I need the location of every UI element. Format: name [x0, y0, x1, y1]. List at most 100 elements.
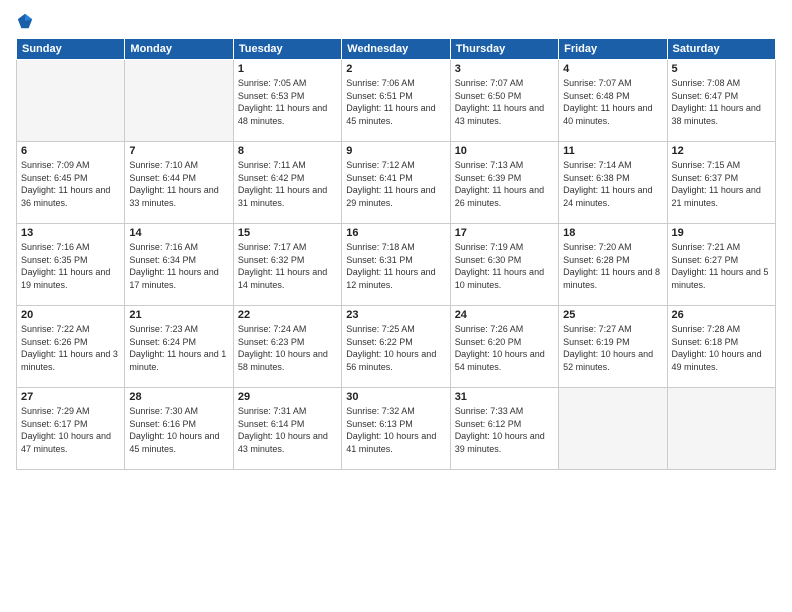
day-detail: Sunrise: 7:30 AM Sunset: 6:16 PM Dayligh…: [129, 405, 228, 455]
day-number: 10: [455, 145, 554, 157]
calendar-day-cell: 20Sunrise: 7:22 AM Sunset: 6:26 PM Dayli…: [17, 306, 125, 388]
day-number: 4: [563, 63, 662, 75]
calendar-day-cell: 23 Sunrise: 7:25 AM Sunset: 6:22 PM Dayli…: [342, 306, 450, 388]
day-number: 26: [672, 309, 771, 321]
calendar-week-row: 27Sunrise: 7:29 AM Sunset: 6:17 PM Dayli…: [17, 388, 776, 470]
day-detail: Sunrise: 7:27 AM Sunset: 6:19 PM Dayligh…: [563, 323, 662, 373]
day-number: 21: [129, 309, 228, 321]
day-detail: Sunrise: 7:18 AM Sunset: 6:31 PM Dayligh…: [346, 241, 445, 291]
day-number: 9: [346, 145, 445, 157]
day-detail: Sunrise: 7:31 AM Sunset: 6:14 PM Dayligh…: [238, 405, 337, 455]
day-number: 11: [563, 145, 662, 157]
calendar-day-cell: 14 Sunrise: 7:16 AM Sunset: 6:34 PM Dayli…: [125, 224, 233, 306]
weekday-header: Friday: [559, 39, 667, 60]
day-detail: Sunrise: 7:09 AM Sunset: 6:45 PM Dayligh…: [21, 159, 120, 209]
header: [16, 12, 776, 30]
day-detail: Sunrise: 7:21 AM Sunset: 6:27 PM Dayligh…: [672, 241, 771, 291]
day-detail: Sunrise: 7:16 AM Sunset: 6:35 PM Dayligh…: [21, 241, 120, 291]
calendar-week-row: 6 Sunrise: 7:09 AM Sunset: 6:45 PM Daylig…: [17, 142, 776, 224]
day-number: 14: [129, 227, 228, 239]
day-number: 16: [346, 227, 445, 239]
logo: [16, 12, 36, 30]
calendar-day-cell: 28 Sunrise: 7:30 AM Sunset: 6:16 PM Dayli…: [125, 388, 233, 470]
day-detail: Sunrise: 7:15 AM Sunset: 6:37 PM Dayligh…: [672, 159, 771, 209]
calendar-day-cell: 30 Sunrise: 7:32 AM Sunset: 6:13 PM Dayli…: [342, 388, 450, 470]
calendar-day-cell: 1 Sunrise: 7:05 AM Sunset: 6:53 PM Daylig…: [233, 60, 341, 142]
day-detail: Sunrise: 7:33 AM Sunset: 6:12 PM Dayligh…: [455, 405, 554, 455]
day-detail: Sunrise: 7:17 AM Sunset: 6:32 PM Dayligh…: [238, 241, 337, 291]
calendar-day-cell: 25 Sunrise: 7:27 AM Sunset: 6:19 PM Dayli…: [559, 306, 667, 388]
calendar-week-row: 13 Sunrise: 7:16 AM Sunset: 6:35 PM Dayli…: [17, 224, 776, 306]
day-detail: Sunrise: 7:12 AM Sunset: 6:41 PM Dayligh…: [346, 159, 445, 209]
calendar-day-cell: 4 Sunrise: 7:07 AM Sunset: 6:48 PM Daylig…: [559, 60, 667, 142]
weekday-header: Thursday: [450, 39, 558, 60]
day-detail: Sunrise: 7:16 AM Sunset: 6:34 PM Dayligh…: [129, 241, 228, 291]
logo-icon: [16, 12, 34, 30]
day-number: 30: [346, 391, 445, 403]
day-detail: Sunrise: 7:26 AM Sunset: 6:20 PM Dayligh…: [455, 323, 554, 373]
day-number: 2: [346, 63, 445, 75]
day-detail: Sunrise: 7:19 AM Sunset: 6:30 PM Dayligh…: [455, 241, 554, 291]
day-number: 23: [346, 309, 445, 321]
calendar-day-cell: [559, 388, 667, 470]
day-detail: Sunrise: 7:05 AM Sunset: 6:53 PM Dayligh…: [238, 77, 337, 127]
day-number: 1: [238, 63, 337, 75]
day-number: 6: [21, 145, 120, 157]
day-number: 22: [238, 309, 337, 321]
day-number: 3: [455, 63, 554, 75]
day-detail: Sunrise: 7:11 AM Sunset: 6:42 PM Dayligh…: [238, 159, 337, 209]
calendar-day-cell: 21Sunrise: 7:23 AM Sunset: 6:24 PM Dayli…: [125, 306, 233, 388]
day-detail: Sunrise: 7:06 AM Sunset: 6:51 PM Dayligh…: [346, 77, 445, 127]
calendar-day-cell: 31Sunrise: 7:33 AM Sunset: 6:12 PM Dayli…: [450, 388, 558, 470]
calendar-day-cell: 12 Sunrise: 7:15 AM Sunset: 6:37 PM Dayli…: [667, 142, 775, 224]
calendar-day-cell: 5Sunrise: 7:08 AM Sunset: 6:47 PM Daylig…: [667, 60, 775, 142]
calendar-day-cell: [17, 60, 125, 142]
calendar-week-row: 20Sunrise: 7:22 AM Sunset: 6:26 PM Dayli…: [17, 306, 776, 388]
day-number: 29: [238, 391, 337, 403]
day-detail: Sunrise: 7:22 AM Sunset: 6:26 PM Dayligh…: [21, 323, 120, 373]
calendar-day-cell: 8Sunrise: 7:11 AM Sunset: 6:42 PM Daylig…: [233, 142, 341, 224]
day-number: 25: [563, 309, 662, 321]
day-number: 28: [129, 391, 228, 403]
calendar-day-cell: 18 Sunrise: 7:20 AM Sunset: 6:28 PM Dayli…: [559, 224, 667, 306]
calendar-day-cell: [667, 388, 775, 470]
calendar-day-cell: 16 Sunrise: 7:18 AM Sunset: 6:31 PM Dayli…: [342, 224, 450, 306]
calendar-day-cell: 13 Sunrise: 7:16 AM Sunset: 6:35 PM Dayli…: [17, 224, 125, 306]
day-detail: Sunrise: 7:07 AM Sunset: 6:48 PM Dayligh…: [563, 77, 662, 127]
day-detail: Sunrise: 7:13 AM Sunset: 6:39 PM Dayligh…: [455, 159, 554, 209]
day-number: 17: [455, 227, 554, 239]
calendar: SundayMondayTuesdayWednesdayThursdayFrid…: [16, 38, 776, 470]
day-number: 15: [238, 227, 337, 239]
day-detail: Sunrise: 7:32 AM Sunset: 6:13 PM Dayligh…: [346, 405, 445, 455]
calendar-header-row: SundayMondayTuesdayWednesdayThursdayFrid…: [17, 39, 776, 60]
day-detail: Sunrise: 7:07 AM Sunset: 6:50 PM Dayligh…: [455, 77, 554, 127]
calendar-week-row: 1 Sunrise: 7:05 AM Sunset: 6:53 PM Daylig…: [17, 60, 776, 142]
day-detail: Sunrise: 7:25 AM Sunset: 6:22 PM Dayligh…: [346, 323, 445, 373]
calendar-day-cell: [125, 60, 233, 142]
calendar-day-cell: 27Sunrise: 7:29 AM Sunset: 6:17 PM Dayli…: [17, 388, 125, 470]
day-detail: Sunrise: 7:10 AM Sunset: 6:44 PM Dayligh…: [129, 159, 228, 209]
calendar-day-cell: 11 Sunrise: 7:14 AM Sunset: 6:38 PM Dayli…: [559, 142, 667, 224]
calendar-day-cell: 26 Sunrise: 7:28 AM Sunset: 6:18 PM Dayli…: [667, 306, 775, 388]
calendar-day-cell: 17 Sunrise: 7:19 AM Sunset: 6:30 PM Dayli…: [450, 224, 558, 306]
day-number: 18: [563, 227, 662, 239]
page: SundayMondayTuesdayWednesdayThursdayFrid…: [0, 0, 792, 612]
day-number: 24: [455, 309, 554, 321]
day-number: 7: [129, 145, 228, 157]
day-detail: Sunrise: 7:20 AM Sunset: 6:28 PM Dayligh…: [563, 241, 662, 291]
calendar-day-cell: 22Sunrise: 7:24 AM Sunset: 6:23 PM Dayli…: [233, 306, 341, 388]
calendar-day-cell: 7 Sunrise: 7:10 AM Sunset: 6:44 PM Daylig…: [125, 142, 233, 224]
day-number: 19: [672, 227, 771, 239]
calendar-day-cell: 6 Sunrise: 7:09 AM Sunset: 6:45 PM Daylig…: [17, 142, 125, 224]
day-detail: Sunrise: 7:14 AM Sunset: 6:38 PM Dayligh…: [563, 159, 662, 209]
calendar-day-cell: 15 Sunrise: 7:17 AM Sunset: 6:32 PM Dayli…: [233, 224, 341, 306]
day-number: 13: [21, 227, 120, 239]
day-number: 12: [672, 145, 771, 157]
day-detail: Sunrise: 7:29 AM Sunset: 6:17 PM Dayligh…: [21, 405, 120, 455]
day-number: 5: [672, 63, 771, 75]
calendar-day-cell: 24 Sunrise: 7:26 AM Sunset: 6:20 PM Dayli…: [450, 306, 558, 388]
calendar-day-cell: 19 Sunrise: 7:21 AM Sunset: 6:27 PM Dayli…: [667, 224, 775, 306]
weekday-header: Sunday: [17, 39, 125, 60]
weekday-header: Saturday: [667, 39, 775, 60]
day-detail: Sunrise: 7:28 AM Sunset: 6:18 PM Dayligh…: [672, 323, 771, 373]
